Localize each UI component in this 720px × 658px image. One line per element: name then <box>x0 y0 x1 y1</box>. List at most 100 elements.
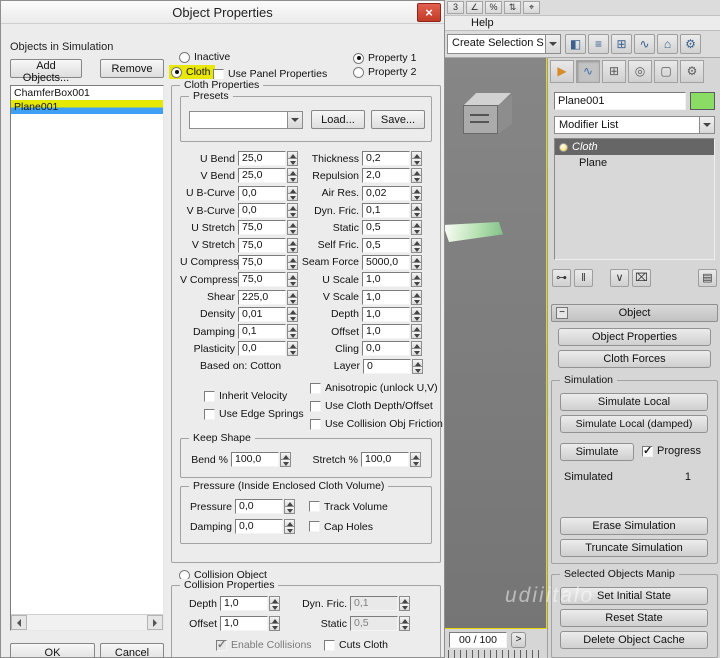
spinner[interactable] <box>287 290 298 305</box>
checkbox-icon[interactable] <box>310 419 321 430</box>
param-field[interactable]: 25,0 <box>238 168 286 183</box>
spin-down-icon[interactable] <box>399 624 410 631</box>
spin-up-icon[interactable] <box>287 272 298 280</box>
checkbox-icon[interactable] <box>213 69 224 80</box>
spin-up-icon[interactable] <box>411 238 422 246</box>
visibility-bulb-icon[interactable] <box>559 143 568 152</box>
spin-down-icon[interactable] <box>411 211 422 218</box>
spinner[interactable] <box>287 238 298 253</box>
layer-field[interactable]: 0 <box>363 359 411 374</box>
cancel-button[interactable]: Cancel <box>100 643 164 658</box>
cloth-radio[interactable]: Cloth <box>169 65 215 79</box>
spin-up-icon[interactable] <box>287 307 298 315</box>
spinner[interactable] <box>411 186 422 201</box>
anisotropic-checkbox[interactable]: Anisotropic (unlock U,V) <box>310 382 438 394</box>
remove-modifier-icon[interactable]: ⌧ <box>632 269 651 287</box>
use-collision-obj-friction-checkbox[interactable]: Use Collision Obj Friction <box>310 418 443 430</box>
add-objects-button[interactable]: Add Objects... <box>10 59 82 78</box>
spin-down-icon[interactable] <box>411 194 422 201</box>
spin-down-icon[interactable] <box>287 298 298 305</box>
spin-up-icon[interactable] <box>284 519 295 527</box>
cloth-forces-button[interactable]: Cloth Forces <box>558 350 711 368</box>
spinner[interactable] <box>287 307 298 322</box>
property2-radio[interactable]: Property 2 <box>353 66 416 78</box>
close-icon[interactable]: × <box>417 3 441 22</box>
spin-down-icon[interactable] <box>280 460 291 467</box>
spinner[interactable] <box>411 238 422 253</box>
param-field[interactable]: 0,0 <box>238 186 286 201</box>
checkbox-icon[interactable] <box>309 521 320 532</box>
param-field[interactable]: 5000,0 <box>362 255 410 270</box>
spin-up-icon[interactable] <box>287 341 298 349</box>
mirror-icon[interactable]: ◧ <box>565 34 586 54</box>
spin-down-icon[interactable] <box>287 332 298 339</box>
spinner[interactable] <box>280 452 291 467</box>
checkbox-icon[interactable] <box>204 409 215 420</box>
use-edge-springs-checkbox[interactable]: Use Edge Springs <box>204 408 304 420</box>
spinner[interactable] <box>411 203 422 218</box>
spin-up-icon[interactable] <box>284 499 295 507</box>
make-unique-icon[interactable]: ∨ <box>610 269 629 287</box>
spin-up-icon[interactable] <box>280 452 291 460</box>
viewport[interactable] <box>445 58 547 629</box>
spin-up-icon[interactable] <box>411 307 422 315</box>
spinner[interactable] <box>287 220 298 235</box>
remove-button[interactable]: Remove <box>100 59 164 78</box>
spin-down-icon[interactable] <box>287 246 298 253</box>
spinner[interactable] <box>411 272 422 287</box>
param-field[interactable]: 0,0 <box>238 203 286 218</box>
spin-down-icon[interactable] <box>411 298 422 305</box>
schematic-view-icon[interactable]: ⌂ <box>657 34 678 54</box>
spinner[interactable] <box>411 290 422 305</box>
spin-down-icon[interactable] <box>287 315 298 322</box>
param-field[interactable]: 1,0 <box>362 290 410 305</box>
param-field[interactable]: 0,2 <box>362 151 410 166</box>
load-button[interactable]: Load... <box>311 110 365 129</box>
pin-stack-icon[interactable]: ⊶ <box>552 269 571 287</box>
track-volume-checkbox[interactable]: Track Volume <box>309 501 388 513</box>
param-field[interactable]: 0,1 <box>362 203 410 218</box>
modifier-list-dropdown[interactable]: Modifier List <box>554 116 715 134</box>
list-item-plane[interactable]: Plane001 <box>11 100 163 114</box>
spinner[interactable] <box>284 499 295 514</box>
checkbox-icon[interactable] <box>324 640 335 651</box>
spinner[interactable] <box>411 255 422 270</box>
spinner[interactable] <box>399 596 410 611</box>
spin-up-icon[interactable] <box>411 272 422 280</box>
param-field[interactable]: 2,0 <box>362 168 410 183</box>
spin-down-icon[interactable] <box>411 332 422 339</box>
align-icon[interactable]: ≡ <box>588 34 609 54</box>
inactive-radio[interactable]: Inactive <box>179 51 230 63</box>
spin-down-icon[interactable] <box>287 176 298 183</box>
presets-dropdown[interactable] <box>189 111 303 129</box>
spin-down-icon[interactable] <box>269 604 280 611</box>
chevron-down-icon[interactable] <box>545 35 560 53</box>
render-setup-icon[interactable]: ⚙ <box>680 34 701 54</box>
spinner[interactable] <box>284 519 295 534</box>
object-properties-button[interactable]: Object Properties <box>558 328 711 346</box>
simulate-button[interactable]: Simulate <box>560 443 634 461</box>
spin-up-icon[interactable] <box>287 168 298 176</box>
radio-icon[interactable] <box>353 53 364 64</box>
spin-up-icon[interactable] <box>411 203 422 211</box>
spin-down-icon[interactable] <box>284 507 295 514</box>
spin-up-icon[interactable] <box>399 596 410 604</box>
cuts-cloth-checkbox[interactable]: Cuts Cloth <box>324 639 388 651</box>
spin-up-icon[interactable] <box>411 324 422 332</box>
spin-down-icon[interactable] <box>411 159 422 166</box>
angle-snap-icon[interactable]: ∠ <box>466 1 483 14</box>
show-end-result-icon[interactable]: ‖ <box>574 269 593 287</box>
tab-modify-icon[interactable]: ∿ <box>576 60 600 83</box>
spin-up-icon[interactable] <box>411 290 422 298</box>
spinner[interactable] <box>269 616 280 631</box>
spin-up-icon[interactable] <box>287 220 298 228</box>
spin-up-icon[interactable] <box>269 616 280 624</box>
tab-hierarchy-icon[interactable]: ⊞ <box>602 60 626 83</box>
spinner[interactable] <box>287 272 298 287</box>
spin-down-icon[interactable] <box>411 349 422 356</box>
spinner[interactable] <box>287 255 298 270</box>
modifier-stack-item-plane[interactable]: Plane <box>555 155 714 171</box>
percent-snap-icon[interactable]: % <box>485 1 502 14</box>
layer-manager-icon[interactable]: ⊞ <box>611 34 632 54</box>
spin-up-icon[interactable] <box>411 255 422 263</box>
